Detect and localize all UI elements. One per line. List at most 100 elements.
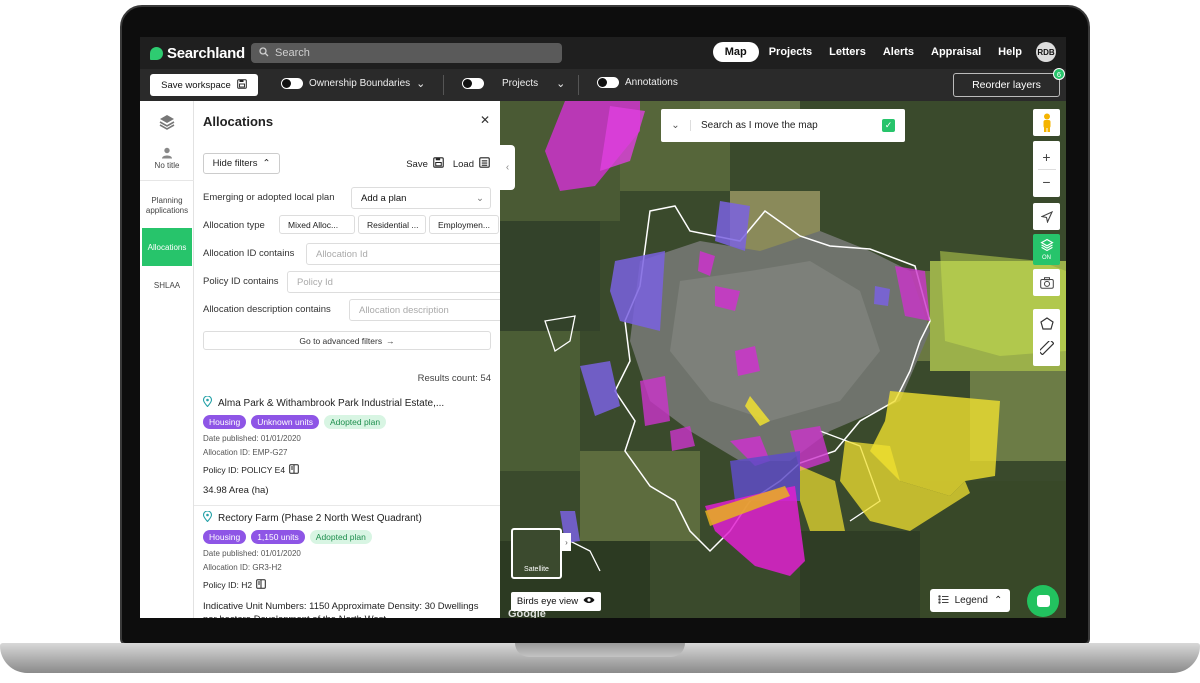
rail-item-planning[interactable]: Planning applications [140,196,194,216]
layers-icon [1039,238,1054,255]
ownership-label: Ownership Boundaries [309,78,411,89]
policy-id-input[interactable]: Policy Id [287,271,500,293]
chevron-down-icon: ⌄ [416,78,426,90]
collapse-panel-tab[interactable]: ‹ [500,145,515,190]
annotations-toggle-group[interactable]: Annotations [597,77,678,88]
search-as-move-control[interactable]: ⌄ Search as I move the map ✓ [661,109,905,142]
rail-item-no-title[interactable]: No title [140,147,194,170]
card-policy: Policy ID: H2 [203,579,493,591]
search-icon [259,46,269,60]
hide-filters-button[interactable]: Hide filters ⌃ [203,153,280,174]
type-chip-mixed[interactable]: Mixed Alloc... [279,215,355,234]
type-chip-employment[interactable]: Employmen... [429,215,499,234]
satellite-toggle[interactable]: Satellite [511,528,562,579]
ownership-toggle[interactable] [281,78,303,89]
plan-select[interactable]: Add a plan ⌄ [351,187,491,209]
laptop-notch [515,643,685,657]
rail-item-allocations[interactable]: Allocations [142,228,192,266]
annotations-label: Annotations [625,77,678,88]
card-date: Date published: 01/01/2020 [203,549,301,558]
camera-icon[interactable] [1033,269,1060,296]
advanced-filters-button[interactable]: Go to advanced filters → [203,331,491,350]
layers-icon[interactable] [140,113,194,133]
card-title-text: Alma Park & Withambrook Park Industrial … [218,397,445,409]
rail-item-shlaa[interactable]: SHLAA [140,281,194,290]
document-icon[interactable] [256,579,266,591]
laptop-frame: Searchland Search Map Projects Letters A… [0,0,1200,683]
search-placeholder: Search [275,47,310,59]
satellite-map[interactable] [500,101,1066,618]
locate-arrow-icon[interactable] [1033,203,1060,230]
chevron-right-icon[interactable]: › [562,533,571,551]
save-workspace-button[interactable]: Save workspace [150,74,258,96]
nav-letters[interactable]: Letters [822,42,873,62]
annotations-toggle[interactable] [597,77,619,88]
legend-icon [937,594,949,607]
chat-support-button[interactable] [1027,585,1059,617]
card-title[interactable]: Alma Park & Withambrook Park Industrial … [202,395,493,410]
type-chip-residential[interactable]: Residential ... [358,215,426,234]
nav-projects[interactable]: Projects [762,42,819,62]
zoom-in-icon[interactable]: + [1042,149,1050,165]
ownership-toggle-group[interactable]: Ownership Boundaries ⌄ [281,77,425,90]
google-attribution: Google [508,608,546,618]
avatar[interactable]: RDB [1036,42,1056,62]
nav-map[interactable]: Map [712,42,759,62]
layers-toggle-button[interactable]: ON [1033,234,1060,265]
nav-alerts[interactable]: Alerts [876,42,921,62]
search-input[interactable]: Search [251,43,562,63]
user-icon [140,147,194,161]
close-icon[interactable]: ✕ [480,113,490,127]
chevron-down-icon: ⌄ [476,192,484,204]
ruler-icon[interactable] [1037,339,1055,358]
type-label: Allocation type [203,220,265,231]
allocation-card[interactable]: Alma Park & Withambrook Park Industrial … [202,395,493,496]
projects-toggle[interactable] [462,78,484,89]
card-allocation-id: Allocation ID: GR3-H2 [203,563,282,572]
allocation-card[interactable]: Rectory Farm (Phase 2 North West Quadran… [202,510,493,618]
plan-label: Emerging or adopted local plan [203,192,335,203]
save-icon[interactable] [433,157,444,171]
allocations-panel: Allocations ✕ Hide filters ⌃ Save Load E… [194,101,500,618]
projects-toggle-group[interactable]: Projects ⌄ [462,77,565,90]
nav-help[interactable]: Help [991,42,1029,62]
document-icon[interactable] [289,464,299,476]
brand-name: Searchland [167,44,245,62]
legend-label: Legend [954,595,988,606]
tag-housing: Housing [203,415,247,429]
top-bar: Searchland Search Map Projects Letters A… [140,37,1066,69]
results-label: Results count: [417,373,478,384]
card-tags: Housing Unknown units Adopted plan [203,415,493,429]
load-filters-button[interactable]: Load [453,159,474,170]
layers-on-label: ON [1042,255,1051,261]
brand-logo[interactable]: Searchland [150,45,245,62]
map-view[interactable]: ‹ ⌄ Search as I move the map ✓ + − ON Sa… [500,101,1066,618]
nav-appraisal[interactable]: Appraisal [924,42,988,62]
legend-button[interactable]: Legend ⌃ [930,589,1010,612]
search-as-move-label: Search as I move the map [701,120,818,131]
chevron-up-icon: ⌃ [993,595,1003,606]
chevron-down-icon[interactable]: ⌄ [661,120,691,131]
card-title[interactable]: Rectory Farm (Phase 2 North West Quadran… [202,510,493,525]
street-view-pegman-icon[interactable] [1033,109,1060,136]
results-count: Results count: 54 [418,373,491,384]
card-policy-text: Policy ID: POLICY E4 [203,465,286,475]
load-icon[interactable] [479,157,490,171]
layer-count-badge: 6 [1053,68,1065,80]
drawing-tools [1033,309,1060,366]
reorder-layers-button[interactable]: Reorder layers [953,73,1060,97]
policy-label: Policy ID contains [203,276,279,287]
app-screen: Searchland Search Map Projects Letters A… [140,37,1066,618]
layer-toolbar: Save workspace Ownership Boundaries ⌄ Pr… [140,68,1066,101]
allocation-id-input[interactable]: Allocation Id [306,243,500,265]
zoom-out-icon[interactable]: − [1042,174,1050,190]
allocation-description-placeholder: Allocation description [359,304,449,316]
search-as-move-checkbox[interactable]: ✓ [882,119,895,132]
save-load-controls: Save Load [406,157,490,171]
chevron-up-icon: ⌃ [262,158,271,169]
polygon-draw-icon[interactable] [1039,317,1054,333]
save-filters-button[interactable]: Save [406,159,428,170]
save-workspace-label: Save workspace [161,79,231,91]
tag-units: Unknown units [251,415,319,429]
allocation-description-input[interactable]: Allocation description [349,299,500,321]
